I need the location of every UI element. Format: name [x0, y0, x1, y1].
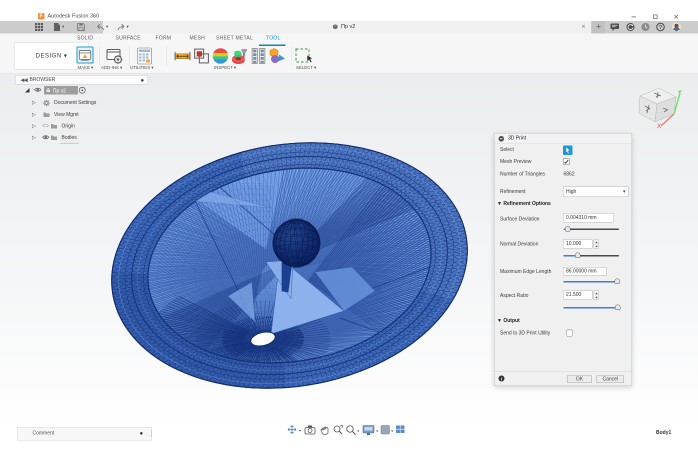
svg-text:X: X: [657, 123, 662, 128]
